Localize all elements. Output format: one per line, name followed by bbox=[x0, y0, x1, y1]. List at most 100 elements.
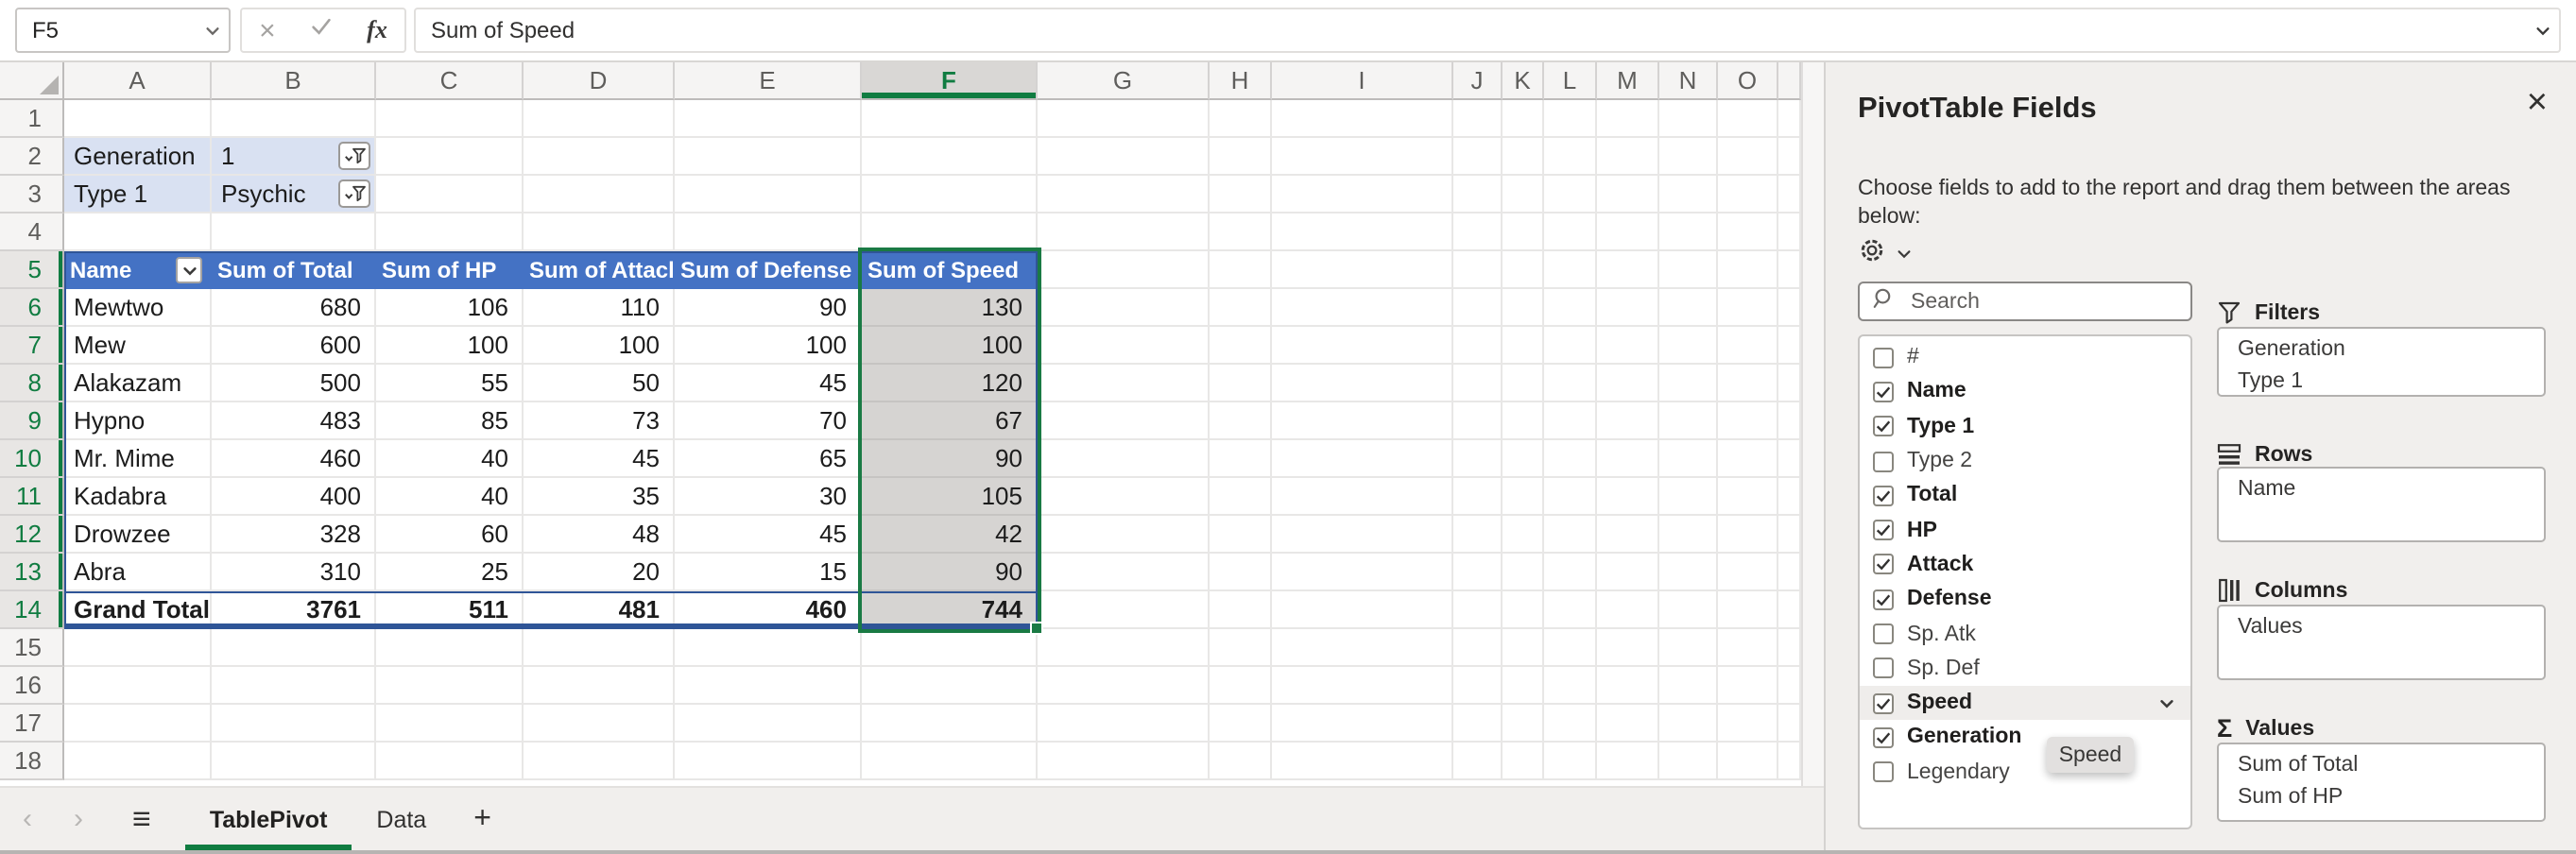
cell-E5[interactable]: Sum of Defense bbox=[675, 251, 862, 289]
area-field-sum-of-total[interactable]: Sum of Total bbox=[2219, 750, 2544, 781]
cell-N13[interactable] bbox=[1659, 554, 1718, 591]
field-item-legendary[interactable]: Legendary bbox=[1860, 755, 2190, 790]
cell-x17[interactable] bbox=[1778, 705, 1801, 743]
cell-I13[interactable] bbox=[1272, 554, 1453, 591]
cell-N3[interactable] bbox=[1659, 176, 1718, 214]
cell-J9[interactable] bbox=[1453, 402, 1503, 440]
cell-G17[interactable] bbox=[1038, 705, 1210, 743]
cell-D14[interactable]: 481 bbox=[524, 591, 675, 629]
cell-B12[interactable]: 328 bbox=[212, 516, 376, 554]
area-field-type-1[interactable]: Type 1 bbox=[2219, 366, 2544, 397]
cell-L16[interactable] bbox=[1544, 667, 1597, 705]
row-header-10[interactable]: 10 bbox=[0, 440, 64, 478]
cell-L6[interactable] bbox=[1544, 289, 1597, 327]
checkbox-checked-icon[interactable] bbox=[1873, 727, 1894, 748]
cell-B9[interactable]: 483 bbox=[212, 402, 376, 440]
cell-A8[interactable]: Alakazam bbox=[64, 365, 212, 402]
cell-H13[interactable] bbox=[1210, 554, 1272, 591]
cell-I11[interactable] bbox=[1272, 478, 1453, 516]
cell-L15[interactable] bbox=[1544, 629, 1597, 667]
cell-J8[interactable] bbox=[1453, 365, 1503, 402]
cell-I12[interactable] bbox=[1272, 516, 1453, 554]
cell-D3[interactable] bbox=[524, 176, 675, 214]
checkbox-unchecked-icon[interactable] bbox=[1873, 761, 1894, 782]
cell-A17[interactable] bbox=[64, 705, 212, 743]
cell-M17[interactable] bbox=[1597, 705, 1659, 743]
cell-D1[interactable] bbox=[524, 100, 675, 138]
cell-H10[interactable] bbox=[1210, 440, 1272, 478]
checkbox-checked-icon[interactable] bbox=[1873, 555, 1894, 575]
cell-x16[interactable] bbox=[1778, 667, 1801, 705]
cell-O2[interactable] bbox=[1718, 138, 1778, 176]
column-header-N[interactable]: N bbox=[1659, 62, 1718, 100]
cell-C15[interactable] bbox=[376, 629, 524, 667]
cell-A1[interactable] bbox=[64, 100, 212, 138]
cell-E1[interactable] bbox=[675, 100, 862, 138]
cell-E17[interactable] bbox=[675, 705, 862, 743]
cell-I1[interactable] bbox=[1272, 100, 1453, 138]
cell-K17[interactable] bbox=[1503, 705, 1544, 743]
cell-K9[interactable] bbox=[1503, 402, 1544, 440]
cell-F6[interactable]: 130 bbox=[862, 289, 1038, 327]
cell-H11[interactable] bbox=[1210, 478, 1272, 516]
cell-x18[interactable] bbox=[1778, 743, 1801, 780]
cancel-icon[interactable]: × bbox=[259, 16, 276, 44]
cell-J17[interactable] bbox=[1453, 705, 1503, 743]
column-header-E[interactable]: E bbox=[675, 62, 862, 100]
cell-H3[interactable] bbox=[1210, 176, 1272, 214]
cell-F17[interactable] bbox=[862, 705, 1038, 743]
cell-C10[interactable]: 40 bbox=[376, 440, 524, 478]
cell-D13[interactable]: 20 bbox=[524, 554, 675, 591]
cell-M4[interactable] bbox=[1597, 214, 1659, 251]
row-header-15[interactable]: 15 bbox=[0, 629, 64, 667]
cell-C16[interactable] bbox=[376, 667, 524, 705]
cell-E8[interactable]: 45 bbox=[675, 365, 862, 402]
cell-L3[interactable] bbox=[1544, 176, 1597, 214]
cell-x11[interactable] bbox=[1778, 478, 1801, 516]
cell-O4[interactable] bbox=[1718, 214, 1778, 251]
cell-x6[interactable] bbox=[1778, 289, 1801, 327]
field-item-name[interactable]: Name bbox=[1860, 375, 2190, 410]
cell-N16[interactable] bbox=[1659, 667, 1718, 705]
cell-C3[interactable] bbox=[376, 176, 524, 214]
cell-C7[interactable]: 100 bbox=[376, 327, 524, 365]
checkbox-checked-icon[interactable] bbox=[1873, 692, 1894, 713]
row-header-4[interactable]: 4 bbox=[0, 214, 64, 251]
checkbox-checked-icon[interactable] bbox=[1873, 589, 1894, 609]
cell-F13[interactable]: 90 bbox=[862, 554, 1038, 591]
cell-J3[interactable] bbox=[1453, 176, 1503, 214]
filter-button[interactable] bbox=[338, 142, 370, 170]
cell-G16[interactable] bbox=[1038, 667, 1210, 705]
sheet-tab-tablepivot[interactable]: TablePivot bbox=[185, 788, 352, 850]
cell-L9[interactable] bbox=[1544, 402, 1597, 440]
row-header-13[interactable]: 13 bbox=[0, 554, 64, 591]
cell-B17[interactable] bbox=[212, 705, 376, 743]
cell-C8[interactable]: 55 bbox=[376, 365, 524, 402]
cell-M8[interactable] bbox=[1597, 365, 1659, 402]
selection-fill-handle[interactable] bbox=[1030, 622, 1043, 635]
cell-O1[interactable] bbox=[1718, 100, 1778, 138]
row-header-16[interactable]: 16 bbox=[0, 667, 64, 705]
cell-J1[interactable] bbox=[1453, 100, 1503, 138]
cell-O17[interactable] bbox=[1718, 705, 1778, 743]
row-header-11[interactable]: 11 bbox=[0, 478, 64, 516]
vertical-scrollbar[interactable] bbox=[1801, 62, 1824, 786]
cell-K7[interactable] bbox=[1503, 327, 1544, 365]
cell-M10[interactable] bbox=[1597, 440, 1659, 478]
cell-x8[interactable] bbox=[1778, 365, 1801, 402]
field-item-defense[interactable]: Defense bbox=[1860, 582, 2190, 617]
cell-J6[interactable] bbox=[1453, 289, 1503, 327]
cell-G3[interactable] bbox=[1038, 176, 1210, 214]
cell-O16[interactable] bbox=[1718, 667, 1778, 705]
cell-E11[interactable]: 30 bbox=[675, 478, 862, 516]
cell-I7[interactable] bbox=[1272, 327, 1453, 365]
cell-O10[interactable] bbox=[1718, 440, 1778, 478]
cell-N9[interactable] bbox=[1659, 402, 1718, 440]
column-header-A[interactable]: A bbox=[64, 62, 212, 100]
cell-M2[interactable] bbox=[1597, 138, 1659, 176]
area-field-generation[interactable]: Generation bbox=[2219, 334, 2544, 366]
cell-D5[interactable]: Sum of Attack bbox=[524, 251, 675, 289]
cell-D18[interactable] bbox=[524, 743, 675, 780]
cell-K12[interactable] bbox=[1503, 516, 1544, 554]
checkbox-unchecked-icon[interactable] bbox=[1873, 658, 1894, 679]
